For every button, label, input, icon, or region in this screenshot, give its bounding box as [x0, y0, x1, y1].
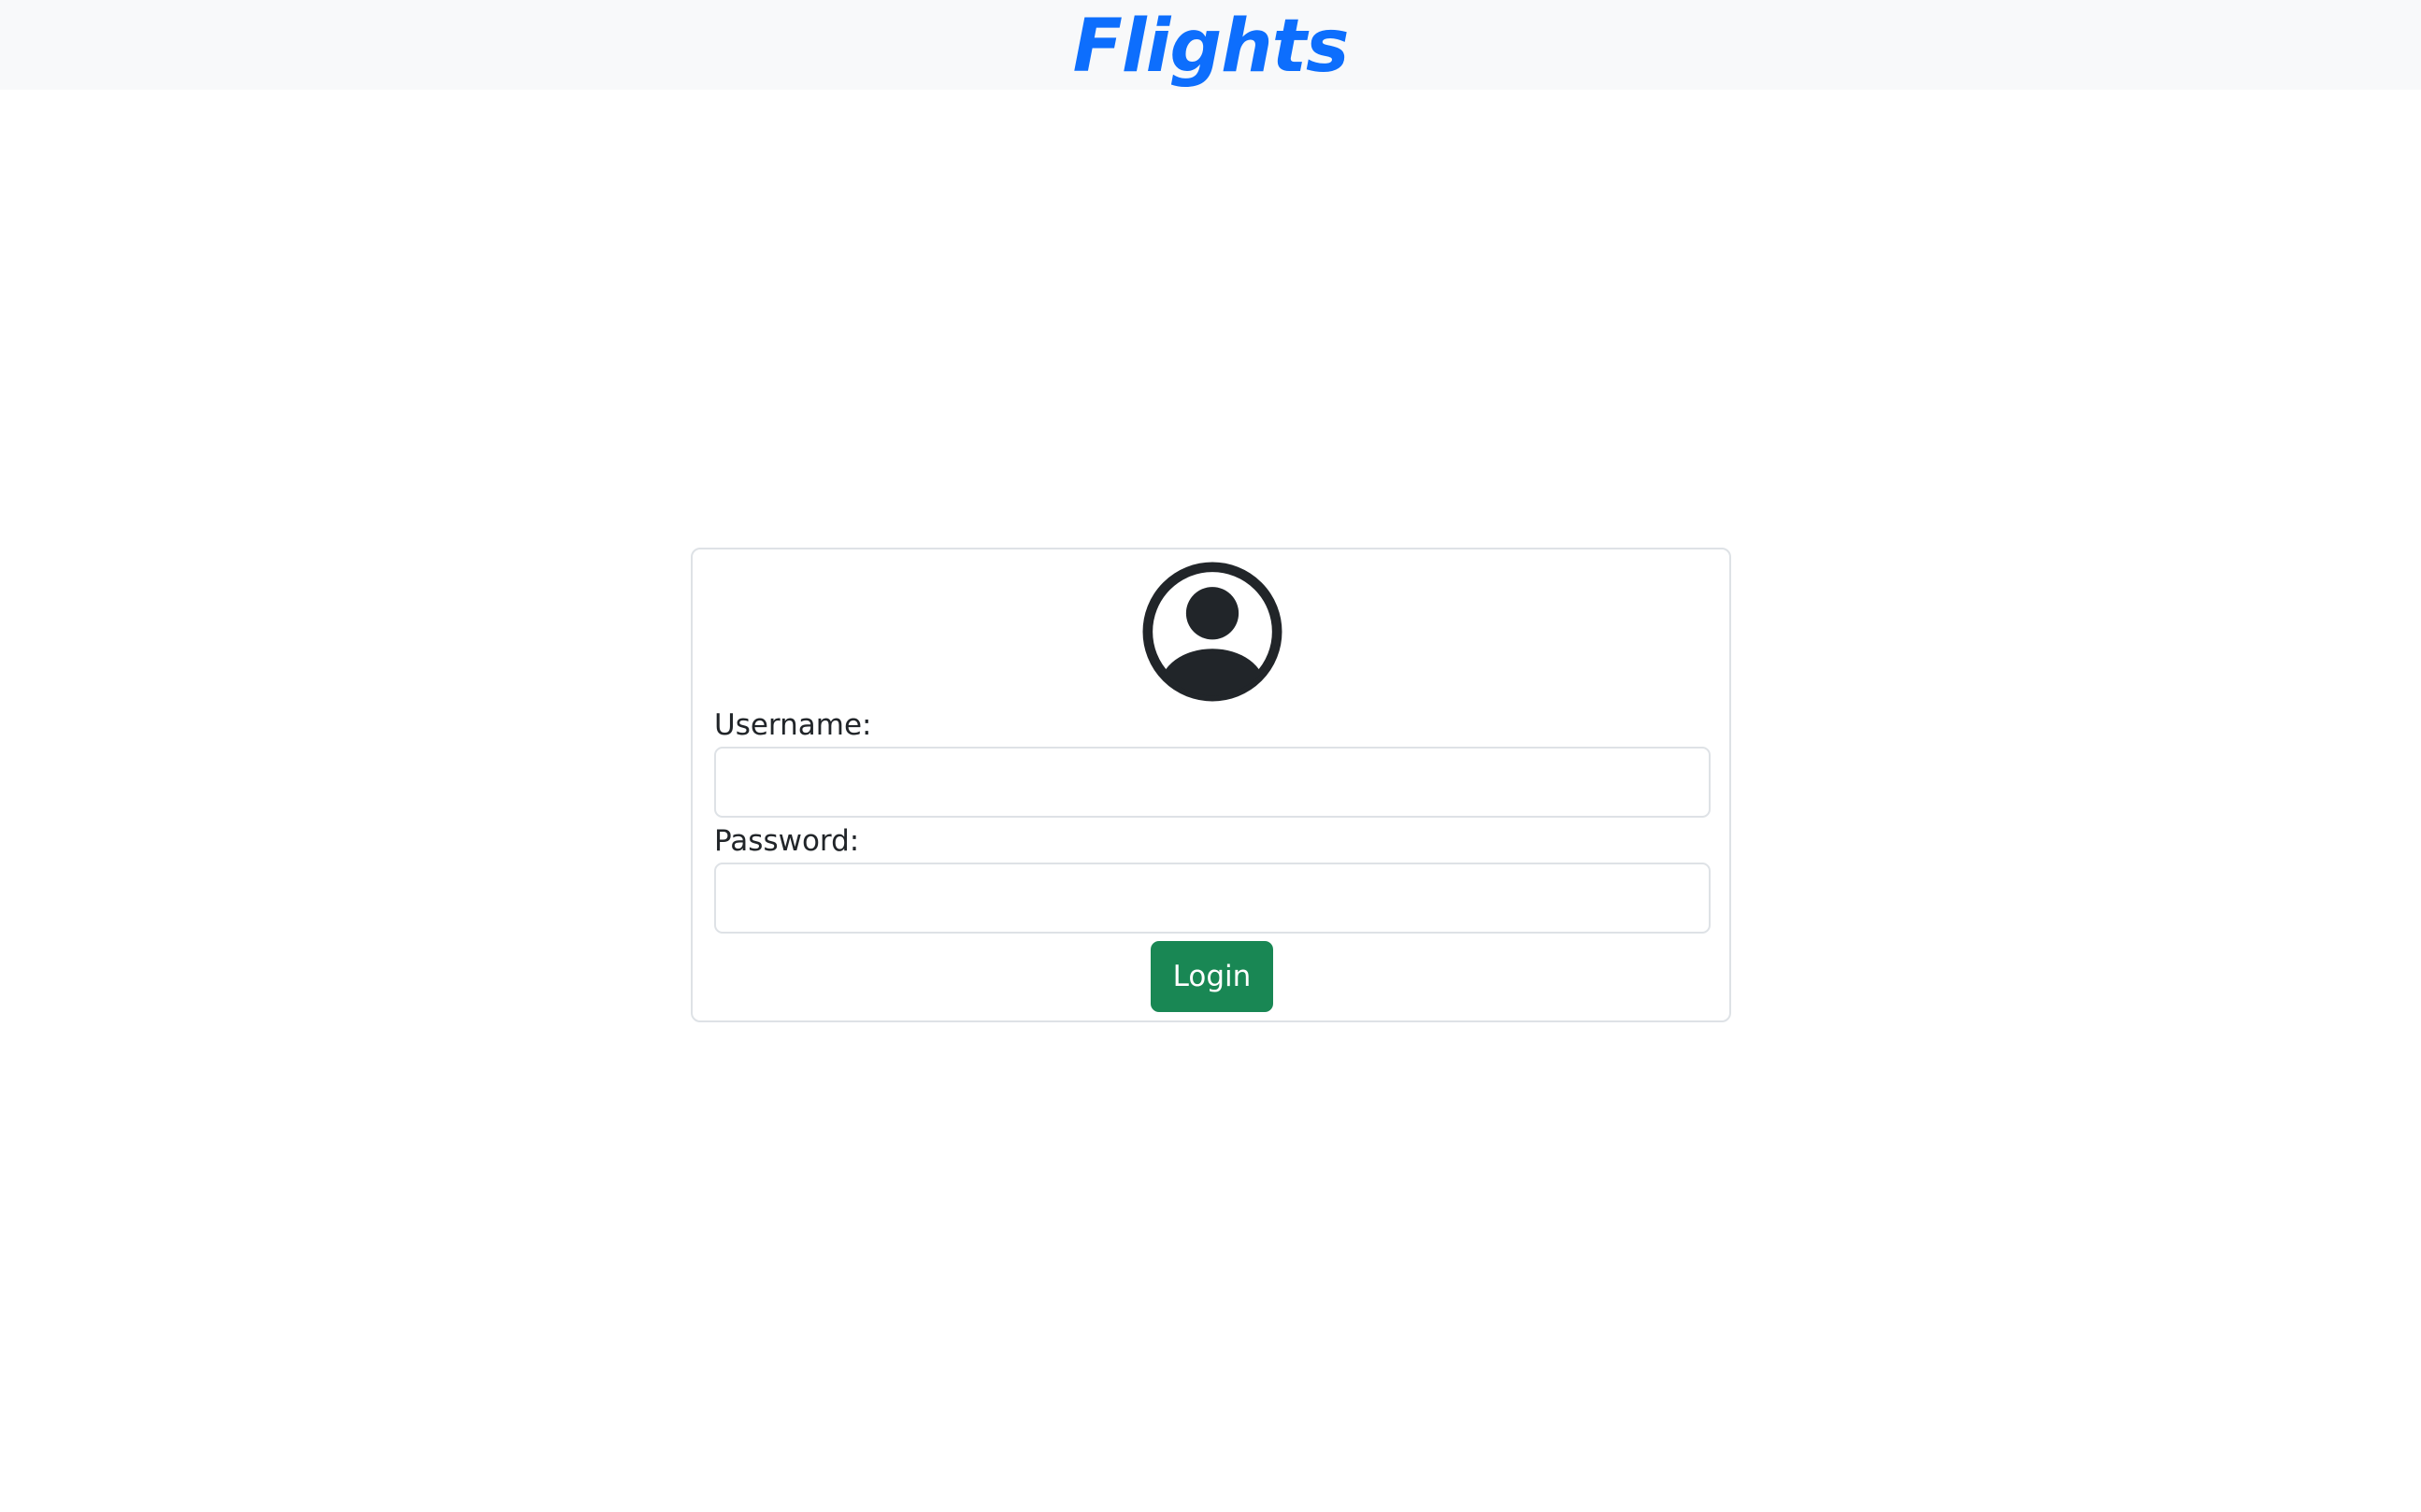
brand-link[interactable]: Flights [1073, 2, 1350, 92]
person-circle-icon [1141, 561, 1283, 703]
username-label: Username: [714, 708, 872, 742]
login-card: Username: Password: Login [691, 548, 1731, 1022]
top-navbar: Flights [0, 0, 2421, 90]
password-input[interactable] [714, 863, 1711, 934]
password-label: Password: [714, 824, 860, 858]
login-button[interactable]: Login [1151, 941, 1273, 1012]
username-input[interactable] [714, 747, 1711, 818]
